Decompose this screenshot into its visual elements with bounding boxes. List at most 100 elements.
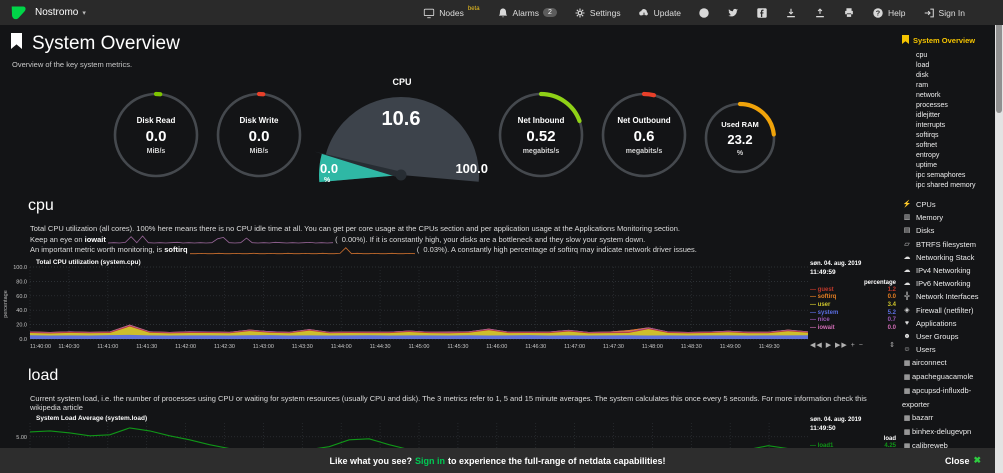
sidebar-item-applications[interactable]: ♥ Applications: [902, 317, 995, 330]
page-scrollbar[interactable]: [995, 0, 1003, 473]
gauge-min: 0.0: [320, 161, 338, 176]
sidebar-subitem-uptime[interactable]: uptime: [916, 161, 995, 171]
sidebar-subitem-network[interactable]: network: [916, 91, 995, 101]
sidebar-item-calibreweb[interactable]: ▦calibreweb: [902, 439, 995, 448]
chart-playback-buttons[interactable]: ◀◀ ▶ ▶▶ + −: [810, 341, 864, 349]
load-chart[interactable]: System Load Average (system.load) 3.004.…: [0, 415, 896, 448]
sidebar-subitem-ipc-shared-memory[interactable]: ipc shared memory: [916, 181, 995, 191]
svg-text:11:44:30: 11:44:30: [370, 344, 391, 350]
sidebar-item-firewall-netfilter-[interactable]: ◈Firewall (netfilter): [902, 304, 995, 317]
svg-text:11:47:30: 11:47:30: [603, 344, 624, 350]
banner-text-pre: Like what you see?: [329, 456, 412, 466]
legend-units: percentage: [810, 280, 896, 286]
gauge-net-inbound[interactable]: Net Inbound 0.52 megabits/s: [497, 91, 585, 179]
hostname-selector[interactable]: Nostromo: [35, 7, 78, 18]
sidebar-subitem-processes[interactable]: processes: [916, 101, 995, 111]
legend-item-iowait[interactable]: — iowait0.0: [810, 325, 896, 333]
bookmark-icon: [902, 35, 909, 46]
sign-in-link[interactable]: Sign in: [415, 456, 445, 466]
topnav-import[interactable]: [785, 7, 797, 19]
close-icon: ✖: [973, 455, 981, 466]
topnav-export[interactable]: [814, 7, 826, 19]
help-icon: ?: [872, 7, 884, 19]
sidebar-item-binhex-delugevpn[interactable]: ▦binhex-delugevpn: [902, 425, 995, 439]
softirq-sparkline[interactable]: [190, 245, 415, 254]
legend-item-user[interactable]: — user3.4: [810, 302, 896, 310]
heartbeat-icon: ♥: [902, 317, 912, 330]
chevron-down-icon[interactable]: ▾: [82, 9, 86, 17]
sidebar-subitem-ipc-semaphores[interactable]: ipc semaphores: [916, 171, 995, 181]
gauge-disk-write[interactable]: Disk Write 0.0 MiB/s: [215, 91, 303, 179]
topnav-github[interactable]: [698, 7, 710, 19]
sidebar-subitem-softirqs[interactable]: softirqs: [916, 131, 995, 141]
sidebar-item-memory[interactable]: ▥Memory: [902, 211, 995, 224]
gauge-net-outbound[interactable]: Net Outbound 0.6 megabits/s: [600, 91, 688, 179]
iowait-sparkline[interactable]: [108, 235, 333, 244]
gauge-cpu[interactable]: CPU 10.6 0.0 100.0 %: [316, 77, 488, 207]
memory-icon: ▥: [902, 211, 912, 224]
cpu-description-1: Total CPU utilization (all cores). 100% …: [30, 224, 882, 234]
sidebar-item-apcupsd-influxdb-exporter[interactable]: ▦apcupsd-influxdb-exporter: [902, 384, 995, 411]
topnav-nodes[interactable]: Nodesbeta: [423, 7, 479, 19]
legend-item-system[interactable]: — system5.2: [810, 310, 896, 318]
sidebar-subitem-load[interactable]: load: [916, 61, 995, 71]
sidebar-subitem-interrupts[interactable]: interrupts: [916, 121, 995, 131]
topnav-help[interactable]: ?Help: [872, 7, 905, 19]
svg-text:11:43:00: 11:43:00: [253, 344, 274, 350]
gauge-unit: megabits/s: [523, 148, 560, 155]
sidebar-item-btrfs-filesystem[interactable]: ▱BTRFS filesystem: [902, 238, 995, 251]
sidebar-item-users[interactable]: ☺Users: [902, 343, 995, 356]
sidebar-subitem-cpu[interactable]: cpu: [916, 51, 995, 61]
topnav-update[interactable]: Update: [638, 7, 681, 19]
topnav-facebook[interactable]: [756, 7, 768, 19]
topnav-signin[interactable]: Sign In: [923, 7, 965, 19]
topnav-twitter[interactable]: [727, 7, 739, 19]
sidebar-subitem-ram[interactable]: ram: [916, 81, 995, 91]
topnav-print[interactable]: [843, 7, 855, 19]
cpu-chart-plot[interactable]: 0.020.040.060.080.0100.011:40:0011:40:30…: [0, 267, 896, 353]
folder-icon: ▱: [902, 238, 912, 251]
netdata-logo-icon[interactable]: [10, 4, 27, 21]
legend-item-guest[interactable]: — guest1.2: [810, 287, 896, 295]
legend-name: — iowait: [810, 325, 835, 333]
gauge-used-ram[interactable]: Used RAM 23.2 %: [703, 101, 777, 175]
topnav-label: Update: [654, 8, 681, 18]
svg-text:11:43:30: 11:43:30: [292, 344, 313, 350]
download-icon: [785, 7, 797, 19]
sidebar-item-system-overview[interactable]: System Overview: [902, 35, 995, 46]
bolt-icon: ⚡: [902, 198, 912, 211]
topnav-settings[interactable]: Settings: [574, 7, 621, 19]
gauge-disk-read[interactable]: Disk Read 0.0 MiB/s: [112, 91, 200, 179]
close-banner-button[interactable]: Close ✖: [945, 455, 981, 466]
sidebar-item-ipv6-networking[interactable]: ☁IPv6 Networking: [902, 277, 995, 290]
gauge-max: 100.0: [455, 161, 488, 176]
cpu-chart[interactable]: Total CPU utilization (system.cpu) perce…: [0, 259, 896, 355]
sidebar-item-bazarr[interactable]: ▦bazarr: [902, 411, 995, 425]
sidebar-item-networking-stack[interactable]: ☁Networking Stack: [902, 251, 995, 264]
topbar: Nostromo ▾ Nodesbeta Alarms2 Settings Updat…: [0, 0, 1003, 25]
sidebar-section-label: Applications: [916, 317, 956, 330]
table-icon: ▦: [902, 357, 912, 370]
sidebar-item-cpus[interactable]: ⚡CPUs: [902, 198, 995, 211]
cpu-chart-legend: søn. 04. aug. 201911:49:59percentage— gu…: [810, 261, 896, 350]
chart-toolbar[interactable]: ◀◀ ▶ ▶▶ + − ⇕: [810, 341, 896, 349]
load-chart-plot[interactable]: 3.004.005.00: [0, 423, 896, 448]
sidebar-item-ipv4-networking[interactable]: ☁IPv4 Networking: [902, 264, 995, 277]
sidebar-subitem-entropy[interactable]: entropy: [916, 151, 995, 161]
sidebar-item-user-groups[interactable]: ☻User Groups: [902, 330, 995, 343]
gauge-unit: %: [324, 177, 330, 184]
sidebar-subitem-idlejitter[interactable]: idlejitter: [916, 111, 995, 121]
sidebar-subitem-disk[interactable]: disk: [916, 71, 995, 81]
table-icon: ▦: [902, 371, 912, 384]
topnav-alarms[interactable]: Alarms2: [497, 7, 557, 19]
chart-resize-handle[interactable]: ⇕: [889, 341, 896, 349]
sidebar-item-airconnect[interactable]: ▦airconnect: [902, 356, 995, 370]
sidebar-item-disks[interactable]: ▤Disks: [902, 224, 995, 237]
sidebar-item-apacheguacamole[interactable]: ▦apacheguacamole: [902, 370, 995, 384]
legend-item-softirq[interactable]: — softirq0.0: [810, 294, 896, 302]
sidebar-subitem-softnet[interactable]: softnet: [916, 141, 995, 151]
legend-item-nice[interactable]: — nice0.7: [810, 317, 896, 325]
gauge-value: 23.2: [727, 132, 752, 147]
gauge-label: Net Inbound: [518, 116, 565, 125]
sidebar-item-network-interfaces[interactable]: ╬Network Interfaces: [902, 290, 995, 303]
